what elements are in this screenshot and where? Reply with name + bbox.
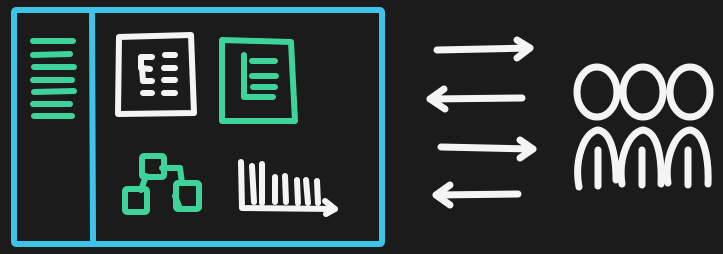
arrow-right-icon <box>437 136 537 162</box>
people-group-icon <box>573 63 714 191</box>
arrow-left-icon <box>432 181 522 209</box>
arrow-right-icon <box>433 36 534 62</box>
document-icon <box>219 37 298 124</box>
exchange-arrows <box>426 36 537 209</box>
sketch-diagram <box>11 7 714 247</box>
person-icon <box>617 63 667 189</box>
sidebar-divider <box>89 11 96 244</box>
arrow-left-icon <box>426 85 526 113</box>
hierarchy-icon <box>122 153 202 215</box>
sidebar-list-lines-icon <box>30 38 77 119</box>
person-icon <box>573 63 621 191</box>
document-icon <box>115 32 197 117</box>
bar-chart-icon <box>238 159 338 217</box>
person-icon <box>663 63 714 189</box>
